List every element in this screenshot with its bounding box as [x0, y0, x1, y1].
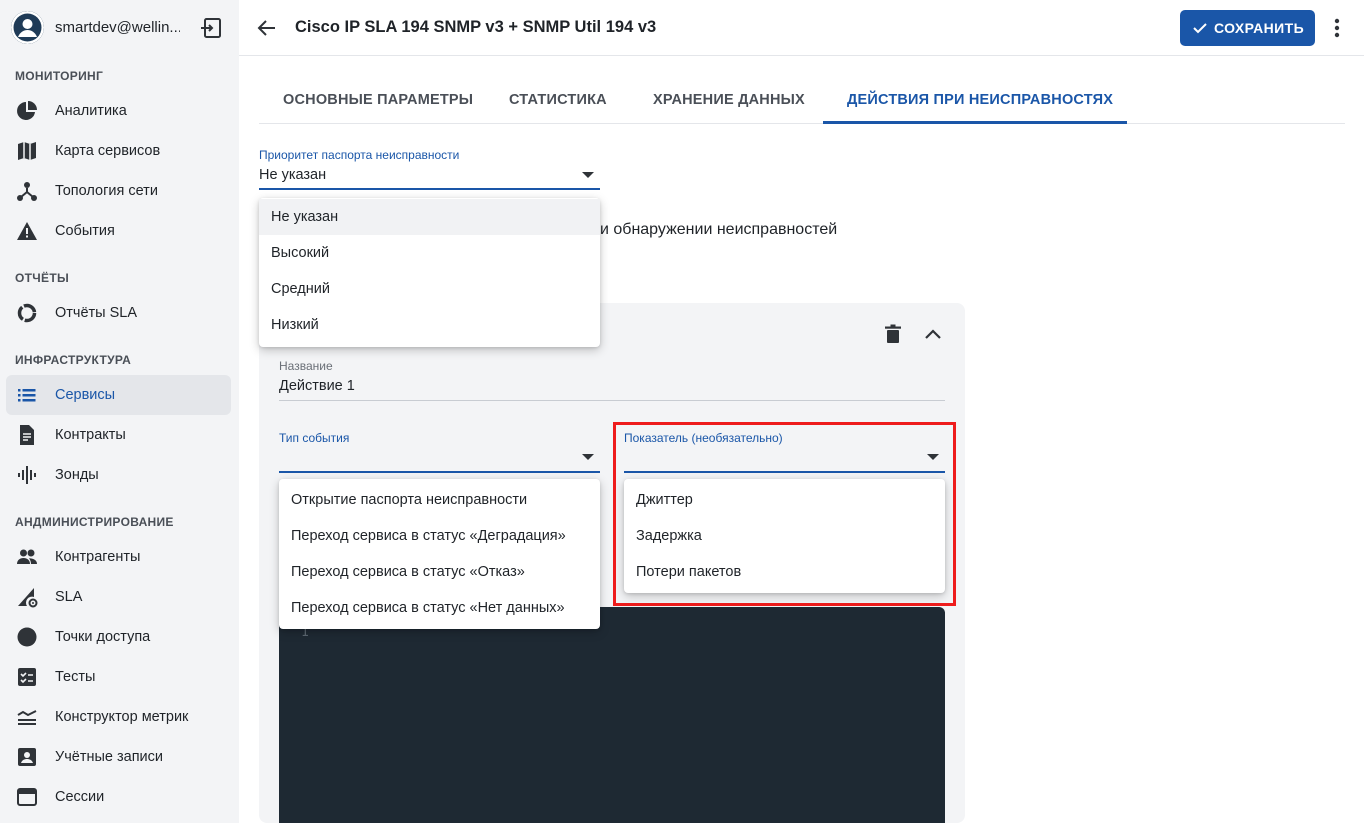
sla-settings-icon — [16, 586, 38, 608]
map-icon — [16, 140, 38, 162]
event-type-select[interactable] — [279, 471, 600, 473]
tab-label: ОСНОВНЫЕ ПАРАМЕТРЫ — [283, 92, 474, 108]
arrow-back-icon[interactable] — [256, 17, 278, 39]
sidebar-item-label: SLA — [55, 589, 83, 605]
people-icon — [16, 546, 38, 568]
priority-option[interactable]: Высокий — [259, 235, 600, 271]
dropdown-arrow-icon[interactable] — [582, 172, 594, 178]
tab-label: СТАТИСТИКА — [509, 92, 607, 108]
tab-label: ХРАНЕНИЕ ДАННЫХ — [653, 92, 805, 108]
sidebar-item-label: Тесты — [55, 669, 96, 685]
action-name-input[interactable]: Действие 1 — [279, 378, 355, 394]
sidebar-item-events[interactable]: События — [6, 211, 231, 251]
sidebar-item-access-points[interactable]: Точки доступа — [6, 617, 231, 657]
sidebar-item-services[interactable]: Сервисы — [6, 375, 231, 415]
event-type-option[interactable]: Открытие паспорта неисправности — [279, 482, 600, 518]
sidebar-item-label: Отчёты SLA — [55, 305, 138, 321]
code-editor[interactable]: 1 — [279, 607, 945, 823]
list-icon — [16, 384, 38, 406]
warning-icon — [16, 220, 38, 242]
save-button-label: СОХРАНИТЬ — [1214, 20, 1305, 36]
save-button[interactable]: СОХРАНИТЬ — [1180, 10, 1315, 46]
page-title: Cisco IP SLA 194 SNMP v3 + SNMP Util 194… — [295, 18, 657, 36]
metrics-icon — [16, 706, 38, 728]
priority-option[interactable]: Низкий — [259, 307, 600, 343]
sidebar-item-metric-builder[interactable]: Конструктор метрик — [6, 697, 231, 737]
sidebar-item-label: Карта сервисов — [55, 143, 161, 159]
checklist-icon — [16, 666, 38, 688]
sidebar-item-label: События — [55, 223, 115, 239]
tab-data-storage[interactable]: ХРАНЕНИЕ ДАННЫХ — [629, 78, 823, 124]
more-vert-icon[interactable] — [1327, 16, 1347, 40]
section-title-reports: ОТЧЁТЫ — [15, 271, 70, 285]
event-type-option[interactable]: Переход сервиса в статус «Отказ» — [279, 554, 600, 590]
user-panel: smartdev@wellin... — [0, 0, 239, 56]
section-description: и обнаружении неисправностей — [600, 221, 838, 238]
sidebar-item-sla[interactable]: SLA — [6, 577, 231, 617]
sidebar-item-tests[interactable]: Тесты — [6, 657, 231, 697]
sidebar-item-label: Контракты — [55, 427, 126, 443]
topology-icon — [16, 180, 38, 202]
sidebar-item-sessions[interactable]: Сессии — [6, 777, 231, 817]
section-title-monitoring: МОНИТОРИНГ — [15, 69, 104, 83]
delete-icon[interactable] — [882, 323, 904, 345]
action-name-label: Название — [279, 359, 333, 373]
sidebar-item-label: Точки доступа — [55, 629, 151, 645]
event-type-dropdown-menu: Открытие паспорта неисправности Переход … — [279, 479, 600, 629]
priority-select-value[interactable]: Не указан — [259, 167, 326, 183]
sidebar-item-label: Контрагенты — [55, 549, 141, 565]
sidebar-item-service-map[interactable]: Карта сервисов — [6, 131, 231, 171]
event-type-option[interactable]: Переход сервиса в статус «Деградация» — [279, 518, 600, 554]
section-title-administration: АНДМИНИСТРИРОВАНИЕ — [15, 515, 174, 529]
sidebar-item-probes[interactable]: Зонды — [6, 455, 231, 495]
section-title-infrastructure: ИНФРАСТРУКТУРА — [15, 353, 132, 367]
donut-icon — [16, 302, 38, 324]
sidebar-item-accounts[interactable]: Учётные записи — [6, 737, 231, 777]
priority-select-label: Приоритет паспорта неисправности — [259, 148, 460, 162]
sidebar-item-contracts[interactable]: Контракты — [6, 415, 231, 455]
logout-icon[interactable] — [200, 17, 222, 39]
priority-option[interactable]: Не указан — [259, 199, 600, 235]
highlight-box — [613, 422, 956, 606]
sidebar-item-label: Топология сети — [55, 183, 158, 199]
event-type-option[interactable]: Переход сервиса в статус «Нет данных» — [279, 590, 600, 626]
tab-label: ДЕЙСТВИЯ ПРИ НЕИСПРАВНОСТЯХ — [847, 92, 1114, 108]
sidebar-item-label: Конструктор метрик — [55, 709, 189, 725]
tab-fault-actions[interactable]: ДЕЙСТВИЯ ПРИ НЕИСПРАВНОСТЯХ — [823, 78, 1127, 124]
avatar[interactable] — [11, 11, 44, 44]
waveform-icon — [16, 464, 38, 486]
sidebar-item-sla-reports[interactable]: Отчёты SLA — [6, 293, 231, 333]
tab-statistics[interactable]: СТАТИСТИКА — [485, 78, 629, 124]
sidebar-item-label: Зонды — [55, 467, 99, 483]
sidebar: smartdev@wellin... МОНИТОРИНГ Аналитика … — [0, 0, 239, 823]
action-name-underline — [279, 400, 945, 401]
sidebar-item-counterparties[interactable]: Контрагенты — [6, 537, 231, 577]
check-icon — [1191, 19, 1209, 37]
user-name: smartdev@wellin... — [55, 19, 180, 36]
sidebar-item-label: Сервисы — [55, 387, 116, 403]
browser-window-icon — [16, 786, 38, 808]
priority-dropdown-menu: Не указан Высокий Средний Низкий — [259, 198, 600, 347]
pie-chart-icon — [16, 100, 38, 122]
tabs: ОСНОВНЫЕ ПАРАМЕТРЫ СТАТИСТИКА ХРАНЕНИЕ Д… — [259, 78, 1345, 124]
circle-icon — [16, 626, 38, 648]
dropdown-arrow-icon[interactable] — [582, 454, 594, 460]
sidebar-item-label: Сессии — [55, 789, 105, 805]
sidebar-item-analytics[interactable]: Аналитика — [6, 91, 231, 131]
event-type-label: Тип события — [279, 431, 350, 445]
page-header: Cisco IP SLA 194 SNMP v3 + SNMP Util 194… — [239, 0, 1364, 56]
chevron-up-icon[interactable] — [922, 323, 944, 345]
sidebar-item-label: Аналитика — [55, 103, 127, 119]
priority-select-underline — [259, 188, 600, 190]
sidebar-item-label: Учётные записи — [55, 749, 164, 765]
priority-option[interactable]: Средний — [259, 271, 600, 307]
tab-main-params[interactable]: ОСНОВНЫЕ ПАРАМЕТРЫ — [259, 78, 485, 124]
sidebar-item-topology[interactable]: Топология сети — [6, 171, 231, 211]
document-icon — [16, 424, 38, 446]
account-box-icon — [16, 746, 38, 768]
